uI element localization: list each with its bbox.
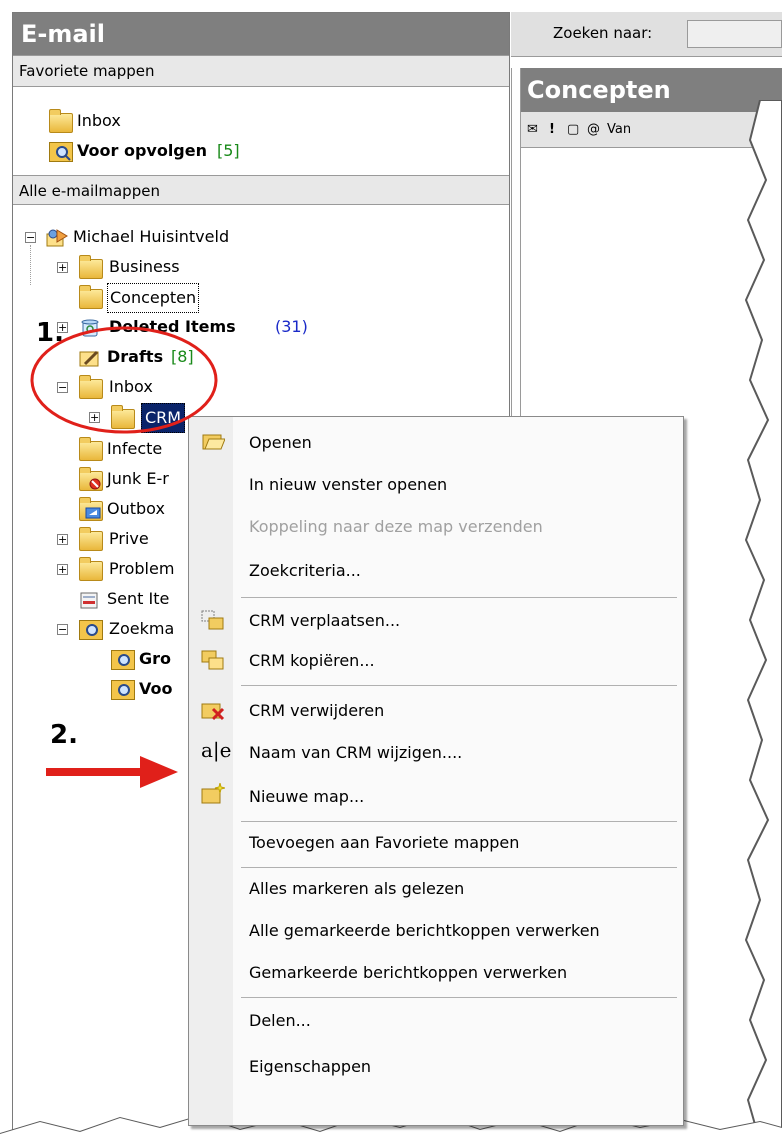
favorite-label: Inbox [77,111,121,130]
menu-item-search-criteria[interactable]: Zoekcriteria... [249,561,361,581]
expand-icon[interactable]: + [57,262,68,273]
all-mail-folders-header[interactable]: Alle e-mailmappen [13,175,509,205]
folder-icon [79,255,103,279]
menu-separator [241,821,677,822]
pane-title: E-mail [13,13,509,55]
menu-separator [241,685,677,686]
junk-icon [79,467,103,491]
copy-icon [201,649,225,671]
search-bar: Zoeken naar: [511,12,782,57]
tree-label: Prive [109,529,149,548]
expand-icon[interactable]: + [57,564,68,575]
red-arrow-icon [46,756,178,788]
search-input[interactable] [687,20,782,48]
mailbox-root-icon [45,228,68,247]
document-column-icon[interactable]: ▢ [567,112,579,148]
tree-item-concepten[interactable]: Concepten [79,283,279,313]
tree-label: Junk E-r [107,469,169,488]
delete-folder-icon [201,699,225,721]
menu-item-open-new-window[interactable]: In nieuw venster openen [249,475,447,495]
outbox-icon [79,497,103,521]
menu-item-mark-all-read[interactable]: Alles markeren als gelezen [249,879,464,899]
menu-item-send-link[interactable]: Koppeling naar deze map verzenden [249,517,543,537]
collapse-icon[interactable]: − [57,624,68,635]
menu-item-process-headers[interactable]: Gemarkeerde berichtkoppen verwerken [249,963,567,983]
expand-icon[interactable]: + [57,534,68,545]
rename-icon: a|e [201,738,232,762]
tree-label: Outbox [107,499,165,518]
search-folder-icon [111,680,135,700]
tree-label: Voo [139,679,173,698]
envelope-column-icon[interactable]: ✉ [527,112,538,148]
tree-label: Problem [109,559,175,578]
collapse-icon[interactable]: − [25,232,36,243]
favorite-label: Voor opvolgen [77,141,207,160]
folder-icon [79,437,103,461]
menu-separator [241,867,677,868]
folder-icon [79,527,103,551]
favorites-section-header[interactable]: Favoriete mappen [13,55,509,87]
tree-item-business[interactable]: + Business [57,253,257,281]
search-folder-icon [79,620,103,640]
tree-root-mailbox[interactable]: − Michael Huisintveld [25,223,325,251]
search-label: Zoeken naar: [553,24,653,42]
tree-label: Concepten [107,283,200,313]
folder-icon [79,557,103,581]
step-2-label: 2. [50,720,78,750]
menu-item-move[interactable]: CRM verplaatsen... [249,611,400,631]
tree-connector [30,245,31,285]
importance-column-icon[interactable]: ! [549,112,555,148]
tree-label: Michael Huisintveld [73,227,230,246]
unread-count: (31) [275,317,308,336]
menu-icon-gutter [189,417,233,1125]
new-folder-icon [201,782,226,805]
menu-item-add-favorites[interactable]: Toevoegen aan Favoriete mappen [249,833,519,853]
search-folder-icon [111,650,135,670]
menu-separator [241,997,677,998]
menu-item-openen[interactable]: Openen [249,433,312,453]
menu-item-rename[interactable]: Naam van CRM wijzigen.... [249,743,462,763]
unread-count: [5] [217,141,240,160]
inbox-icon [49,109,73,133]
context-menu: Openen In nieuw venster openen Koppeling… [188,416,684,1126]
tree-label: Business [109,257,180,276]
tree-label: Gro [139,649,172,668]
menu-item-delete[interactable]: CRM verwijderen [249,701,384,721]
menu-separator [241,597,677,598]
menu-item-new-folder[interactable]: Nieuwe map... [249,787,364,807]
column-van[interactable]: Van [607,112,631,148]
folder-icon [79,285,103,309]
menu-item-copy[interactable]: CRM kopiëren... [249,651,375,671]
attachment-column-icon[interactable]: @ [587,112,600,148]
search-folder-icon [49,142,73,162]
sent-icon [79,590,101,609]
red-circle-annotation [30,326,218,434]
tree-label: Sent Ite [107,589,170,608]
move-icon [201,609,225,631]
torn-edge-right [744,100,782,1142]
menu-item-share[interactable]: Delen... [249,1011,311,1031]
menu-item-properties[interactable]: Eigenschappen [249,1057,371,1077]
tree-label: Zoekma [109,619,175,638]
menu-item-process-all-headers[interactable]: Alle gemarkeerde berichtkoppen verwerken [249,921,600,941]
